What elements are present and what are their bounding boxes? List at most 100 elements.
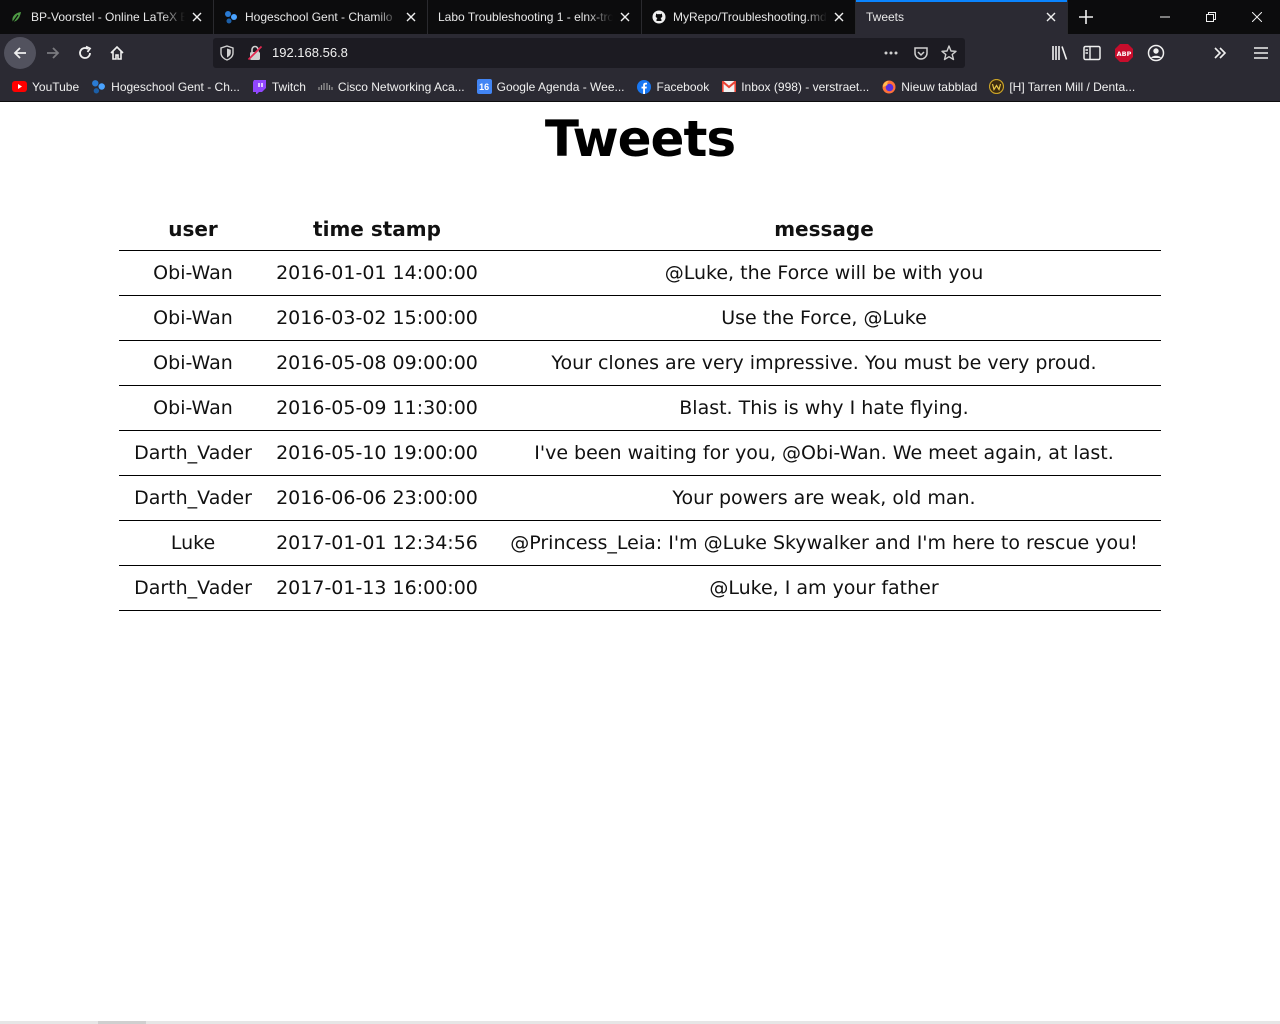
bookmark-cisco[interactable]: Cisco Networking Aca... — [312, 75, 471, 99]
table-row: Obi-Wan 2016-01-01 14:00:00 @Luke, the F… — [119, 250, 1161, 296]
tweets-table: user time stamp message Obi-Wan 2016-01-… — [119, 208, 1161, 611]
wow-icon — [989, 79, 1005, 94]
column-header-message: message — [487, 208, 1161, 251]
cell-user: Luke — [119, 520, 267, 566]
table-row: Obi-Wan 2016-05-09 11:30:00 Blast. This … — [119, 385, 1161, 431]
tab-overleaf[interactable]: BP-Voorstel - Online LaTeX Editor — [0, 0, 214, 34]
cell-message: Use the Force, @Luke — [487, 295, 1161, 341]
reload-icon — [79, 45, 92, 59]
overleaf-leaf-icon — [10, 10, 24, 24]
restore-icon — [1206, 12, 1216, 22]
plus-icon — [1079, 10, 1093, 24]
close-icon[interactable] — [1043, 9, 1059, 25]
cell-user: Obi-Wan — [119, 295, 267, 341]
close-icon[interactable] — [403, 9, 419, 25]
cell-time-stamp: 2016-06-06 23:00:00 — [267, 475, 487, 521]
sidebar-icon[interactable] — [1082, 43, 1102, 63]
tab-chamilo[interactable]: Hogeschool Gent - Chamilo — [214, 0, 428, 34]
address-bar[interactable]: 192.168.56.8 — [213, 38, 965, 68]
table-header-row: user time stamp message — [119, 208, 1161, 251]
cell-user: Obi-Wan — [119, 250, 267, 296]
calendar-date-badge: 16 — [479, 81, 490, 92]
table-row: Darth_Vader 2017-01-13 16:00:00 @Luke, I… — [119, 565, 1161, 611]
cell-message: @Princess_Leia: I'm @Luke Skywalker and … — [487, 520, 1161, 566]
shield-icon[interactable] — [219, 45, 235, 61]
home-button[interactable] — [101, 37, 133, 69]
home-icon — [110, 45, 124, 60]
tab-title: Hogeschool Gent - Chamilo — [245, 10, 393, 24]
adblock-plus-icon[interactable]: ABP — [1114, 43, 1134, 63]
bookmark-nieuw-tabblad[interactable]: Nieuw tabblad — [875, 75, 983, 99]
close-icon[interactable] — [189, 9, 205, 25]
bookmarks-toolbar: YouTube Hogeschool Gent - Ch... Twitch C… — [0, 72, 1280, 102]
column-header-user: user — [119, 208, 267, 251]
bookmark-gmail-inbox[interactable]: Inbox (998) - verstraet... — [715, 75, 875, 99]
google-calendar-icon: 16 — [476, 79, 492, 94]
arrow-left-icon — [13, 47, 26, 59]
forward-button[interactable] — [37, 37, 69, 69]
insecure-lock-icon[interactable] — [247, 45, 263, 61]
close-window-button[interactable] — [1234, 0, 1280, 34]
close-icon[interactable] — [831, 9, 847, 25]
page-actions-icon[interactable] — [883, 45, 899, 61]
page-content: Tweets user time stamp message Obi-Wan 2… — [0, 102, 1280, 1022]
cell-time-stamp: 2016-05-10 19:00:00 — [267, 430, 487, 476]
cell-time-stamp: 2017-01-13 16:00:00 — [267, 565, 487, 611]
bookmark-hogeschool-gent[interactable]: Hogeschool Gent - Ch... — [85, 75, 246, 99]
bookmark-youtube[interactable]: YouTube — [6, 75, 85, 99]
minimize-button[interactable] — [1142, 0, 1188, 34]
minimize-icon — [1160, 16, 1170, 18]
facebook-icon — [637, 79, 652, 94]
bookmark-google-agenda[interactable]: 16 Google Agenda - Wee... — [471, 75, 631, 99]
cell-user: Obi-Wan — [119, 385, 267, 431]
table-row: Luke 2017-01-01 12:34:56 @Princess_Leia:… — [119, 520, 1161, 566]
back-button[interactable] — [4, 37, 36, 69]
reload-button[interactable] — [69, 37, 101, 69]
url-text[interactable]: 192.168.56.8 — [272, 45, 348, 60]
cell-message: I've been waiting for you, @Obi-Wan. We … — [487, 430, 1161, 476]
table-row: Darth_Vader 2016-06-06 23:00:00 Your pow… — [119, 475, 1161, 521]
bookmark-label: Twitch — [271, 79, 306, 94]
twitch-icon — [252, 79, 267, 94]
close-icon[interactable] — [617, 9, 633, 25]
new-tab-button[interactable] — [1068, 0, 1104, 34]
bookmark-star-icon[interactable] — [941, 45, 957, 61]
bookmark-label: Hogeschool Gent - Ch... — [111, 79, 240, 94]
bookmark-label: Facebook — [656, 79, 710, 94]
firefox-icon — [881, 79, 896, 94]
cell-message: Blast. This is why I hate flying. — [487, 385, 1161, 431]
youtube-icon — [12, 79, 27, 94]
cell-user: Darth_Vader — [119, 475, 267, 521]
cell-user: Darth_Vader — [119, 565, 267, 611]
restore-button[interactable] — [1188, 0, 1234, 34]
tab-title: Labo Troubleshooting 1 - elnx-troublesho… — [438, 10, 613, 24]
bookmark-label: [H] Tarren Mill / Denta... — [1009, 79, 1136, 94]
pocket-icon[interactable] — [913, 45, 929, 61]
tab-tweets[interactable]: Tweets — [856, 0, 1068, 34]
bookmark-facebook[interactable]: Facebook — [631, 75, 716, 99]
cisco-icon — [318, 79, 333, 94]
account-icon[interactable] — [1146, 43, 1166, 63]
tab-title: MyRepo/Troubleshooting.md — [673, 10, 827, 24]
cell-message: Your clones are very impressive. You mus… — [487, 340, 1161, 386]
navigation-toolbar: 192.168.56.8 ABP — [0, 34, 1280, 72]
cell-time-stamp: 2016-05-09 11:30:00 — [267, 385, 487, 431]
tab-title: BP-Voorstel - Online LaTeX Editor — [31, 10, 185, 24]
hamburger-menu-icon[interactable] — [1251, 43, 1271, 63]
arrow-right-icon — [47, 47, 60, 59]
tab-labo-troubleshooting[interactable]: Labo Troubleshooting 1 - elnx-troublesho… — [428, 0, 642, 34]
bookmark-twitch[interactable]: Twitch — [246, 75, 312, 99]
bookmark-label: Cisco Networking Aca... — [337, 79, 465, 94]
bookmark-label: Google Agenda - Wee... — [496, 79, 625, 94]
bookmark-tarren-mill[interactable]: [H] Tarren Mill / Denta... — [983, 75, 1141, 99]
library-icon[interactable] — [1050, 43, 1070, 63]
gmail-icon — [721, 79, 736, 94]
github-icon — [652, 10, 666, 24]
page-title: Tweets — [544, 110, 736, 168]
svg-text:ABP: ABP — [1117, 50, 1132, 58]
table-row: Obi-Wan 2016-05-08 09:00:00 Your clones … — [119, 340, 1161, 386]
cell-message: @Luke, the Force will be with you — [487, 250, 1161, 296]
overflow-chevron-icon[interactable] — [1210, 43, 1230, 63]
tab-github-repo[interactable]: MyRepo/Troubleshooting.md — [642, 0, 856, 34]
close-icon — [1252, 12, 1262, 22]
